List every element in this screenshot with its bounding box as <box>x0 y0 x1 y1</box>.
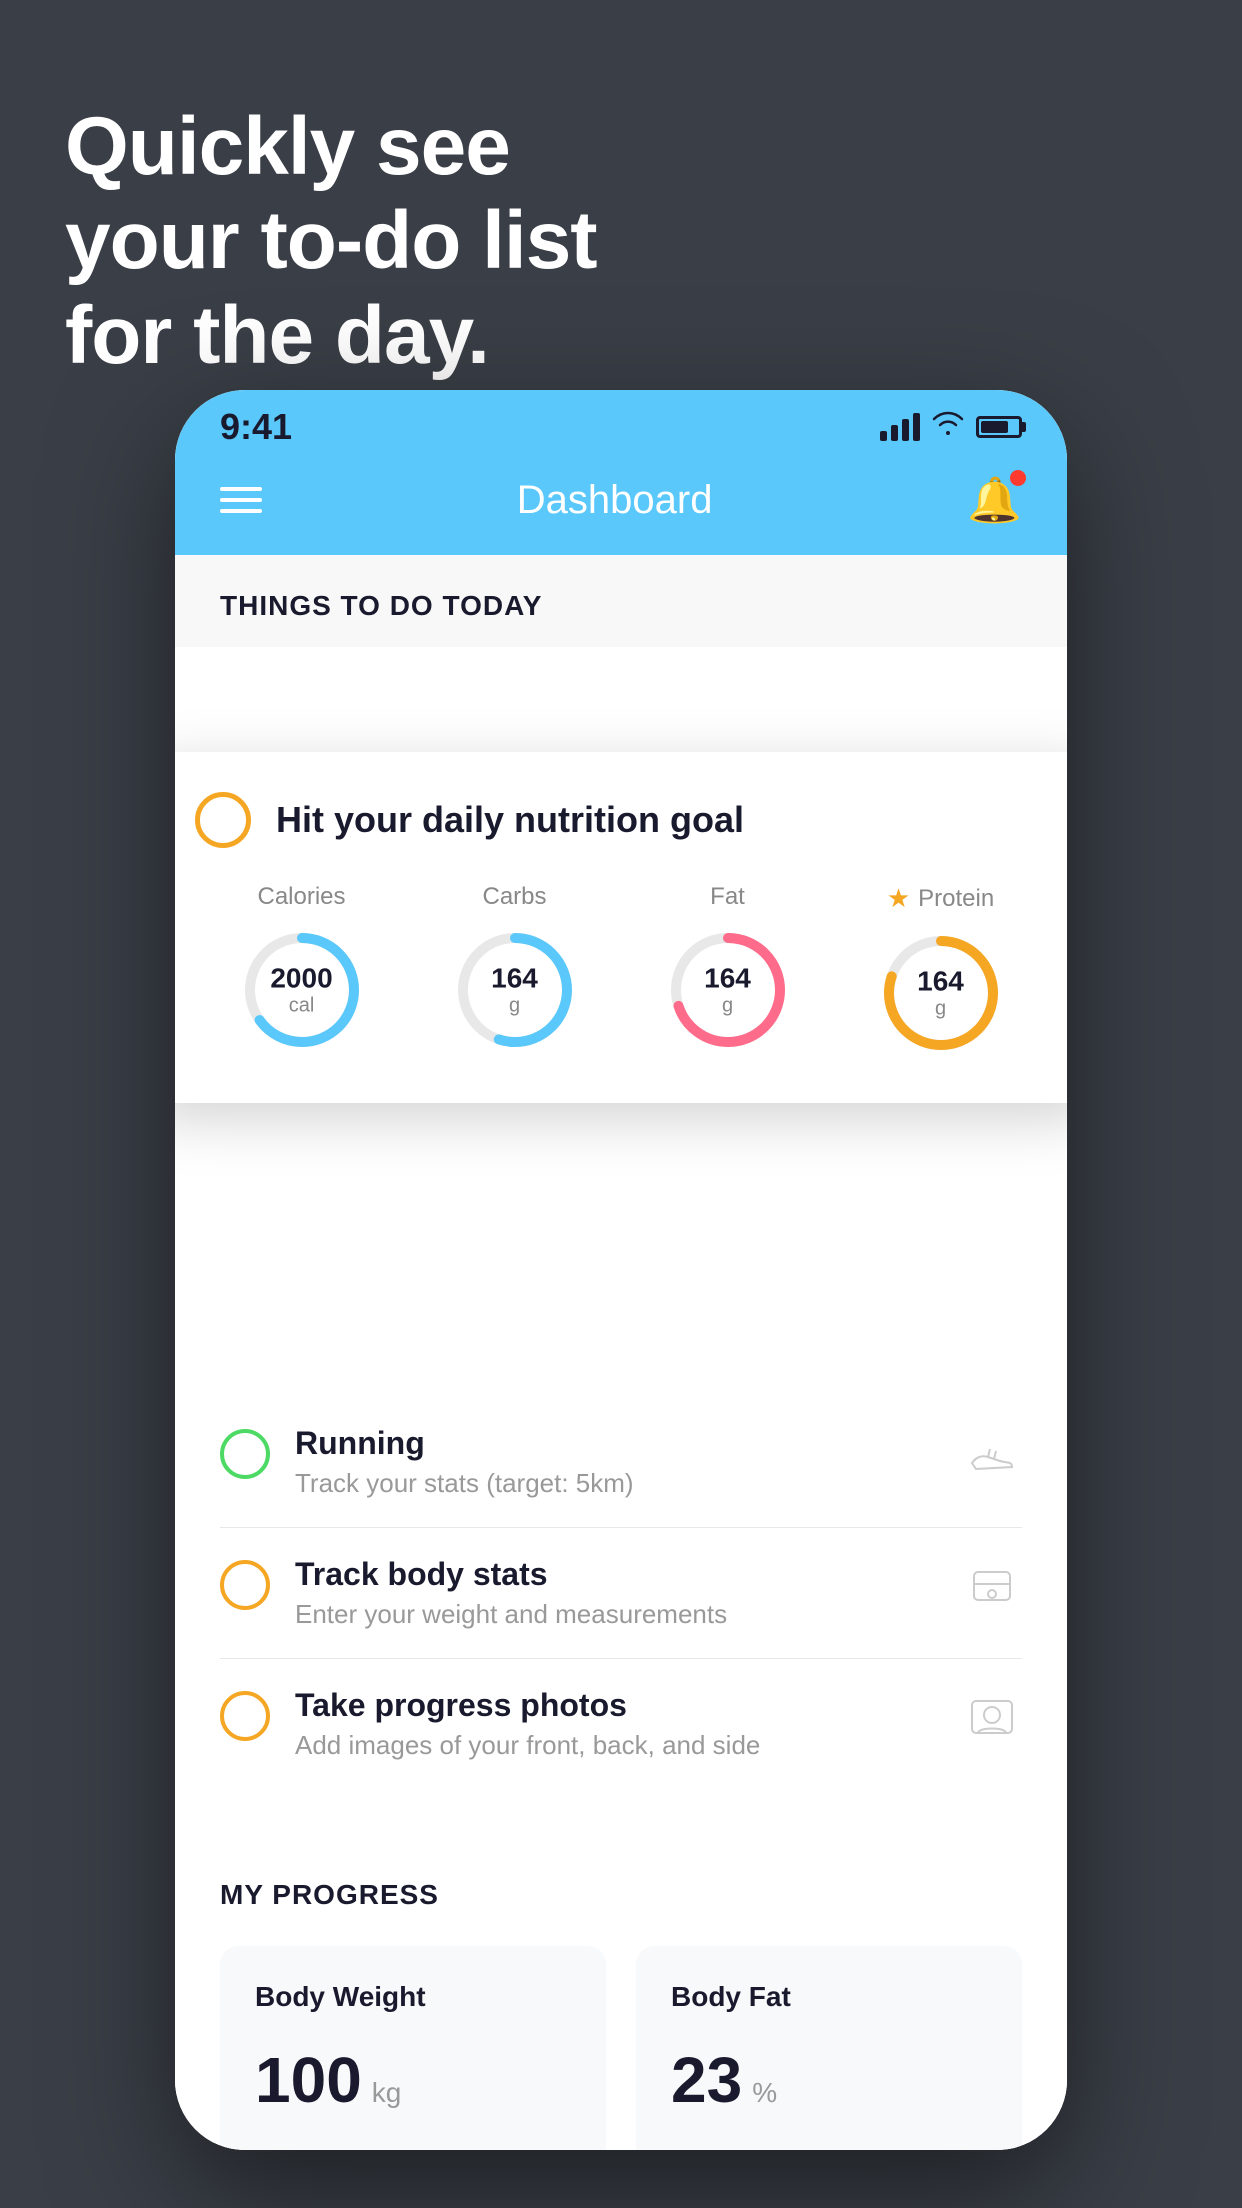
running-text: Running Track your stats (target: 5km) <box>295 1425 937 1499</box>
body-weight-card-title: Body Weight <box>255 1981 571 2013</box>
calories-label: Calories <box>257 883 345 911</box>
progress-cards-container: Body Weight 100 kg Body Fat <box>220 1946 1022 2150</box>
signal-bars-icon <box>880 413 920 441</box>
body-stats-subtitle: Enter your weight and measurements <box>295 1599 937 1630</box>
progress-photos-text: Take progress photos Add images of your … <box>295 1687 937 1761</box>
todo-list: Running Track your stats (target: 5km) T… <box>175 1397 1067 1789</box>
carbs-circle: 164 g <box>450 925 580 1055</box>
protein-unit: g <box>917 998 964 1021</box>
nutrition-circles: Calories 2000 cal <box>195 883 1047 1058</box>
running-subtitle: Track your stats (target: 5km) <box>295 1468 937 1499</box>
status-icons <box>880 411 1022 442</box>
body-stats-text: Track body stats Enter your weight and m… <box>295 1556 937 1630</box>
phone-mockup: 9:41 <box>175 390 1067 2150</box>
body-weight-chart <box>255 2142 571 2150</box>
carbs-label: Carbs <box>482 883 546 911</box>
status-bar: 9:41 <box>175 390 1067 455</box>
calories-circle: 2000 cal <box>237 925 367 1055</box>
star-icon: ★ <box>887 883 910 914</box>
protein-circle: 164 g <box>876 928 1006 1058</box>
my-progress-title: MY PROGRESS <box>220 1879 1022 1911</box>
body-fat-unit: % <box>752 2077 777 2109</box>
list-item[interactable]: Running Track your stats (target: 5km) <box>220 1397 1022 1528</box>
calories-value: 2000 <box>270 963 332 995</box>
protein-label-container: ★ Protein <box>887 883 994 914</box>
protein-value: 164 <box>917 966 964 998</box>
fat-label: Fat <box>710 883 745 911</box>
carbs-nutrient: Carbs 164 g <box>450 883 580 1055</box>
body-weight-value: 100 <box>255 2043 362 2117</box>
fat-nutrient: Fat 164 g <box>663 883 793 1055</box>
protein-nutrient: ★ Protein 164 g <box>876 883 1006 1058</box>
protein-label: Protein <box>918 885 994 913</box>
progress-photos-check-circle[interactable] <box>220 1691 270 1741</box>
body-weight-card[interactable]: Body Weight 100 kg <box>220 1946 606 2150</box>
app-header: Dashboard 🔔 <box>175 455 1067 555</box>
body-stats-check-circle[interactable] <box>220 1560 270 1610</box>
header-title: Dashboard <box>517 478 713 523</box>
body-fat-card-title: Body Fat <box>671 1981 987 2013</box>
my-progress-section: MY PROGRESS Body Weight 100 kg <box>175 1829 1067 2150</box>
fat-unit: g <box>704 995 751 1018</box>
nutrition-card-header: Hit your daily nutrition goal <box>195 792 1047 848</box>
body-fat-value: 23 <box>671 2043 742 2117</box>
body-weight-unit: kg <box>372 2077 402 2109</box>
hamburger-menu-icon[interactable] <box>220 487 262 513</box>
running-check-circle[interactable] <box>220 1429 270 1479</box>
progress-photos-title: Take progress photos <box>295 1687 937 1724</box>
body-stats-title: Track body stats <box>295 1556 937 1593</box>
battery-icon <box>976 416 1022 438</box>
list-item[interactable]: Take progress photos Add images of your … <box>220 1659 1022 1789</box>
status-time: 9:41 <box>220 406 292 448</box>
running-title: Running <box>295 1425 937 1462</box>
scale-icon <box>962 1556 1022 1616</box>
shoe-icon <box>962 1425 1022 1485</box>
carbs-value: 164 <box>491 963 538 995</box>
headline: Quickly see your to-do list for the day. <box>65 100 597 383</box>
calories-unit: cal <box>270 995 332 1018</box>
things-to-do-title: THINGS TO DO TODAY <box>220 590 542 621</box>
body-fat-chart <box>671 2142 987 2150</box>
body-fat-value-row: 23 % <box>671 2043 987 2117</box>
progress-photos-subtitle: Add images of your front, back, and side <box>295 1730 937 1761</box>
body-fat-card[interactable]: Body Fat 23 % <box>636 1946 1022 2150</box>
notification-dot <box>1010 470 1026 486</box>
wifi-icon <box>932 411 964 442</box>
fat-value: 164 <box>704 963 751 995</box>
nutrition-goal-card: Hit your daily nutrition goal Calories <box>175 752 1067 1103</box>
nutrition-card-title: Hit your daily nutrition goal <box>276 799 744 841</box>
things-to-do-section: THINGS TO DO TODAY <box>175 555 1067 647</box>
carbs-unit: g <box>491 995 538 1018</box>
fat-circle: 164 g <box>663 925 793 1055</box>
body-weight-value-row: 100 kg <box>255 2043 571 2117</box>
calories-nutrient: Calories 2000 cal <box>237 883 367 1055</box>
nutrition-check-circle[interactable] <box>195 792 251 848</box>
list-item[interactable]: Track body stats Enter your weight and m… <box>220 1528 1022 1659</box>
photo-person-icon <box>962 1687 1022 1747</box>
bell-icon[interactable]: 🔔 <box>967 474 1022 526</box>
